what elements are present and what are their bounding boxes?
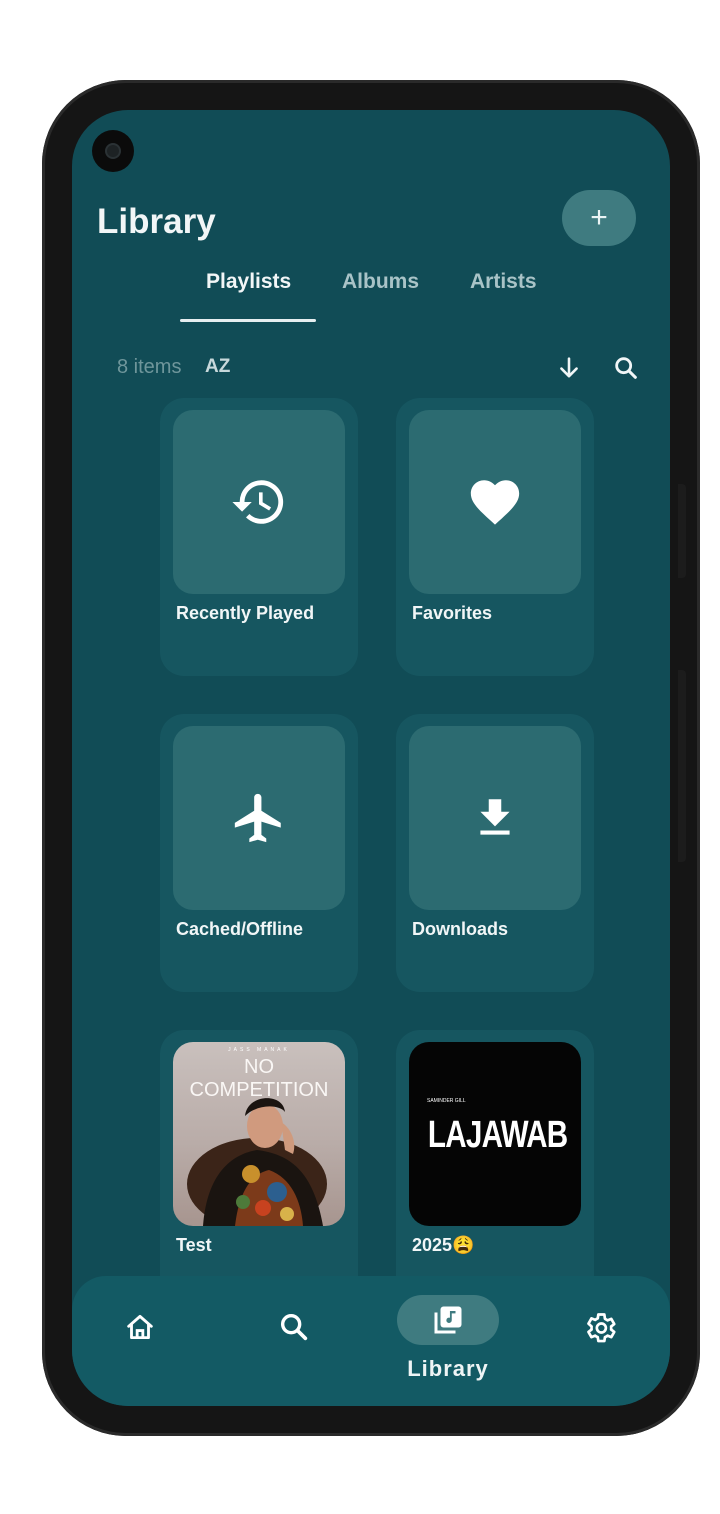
playlist-thumb xyxy=(173,410,345,594)
nav-settings[interactable] xyxy=(570,1310,630,1370)
nav-search[interactable] xyxy=(264,1310,324,1370)
front-camera xyxy=(92,130,134,172)
playlist-thumb xyxy=(173,726,345,910)
settings-icon xyxy=(587,1313,616,1343)
add-playlist-button[interactable]: + xyxy=(562,190,636,246)
playlist-name: Test xyxy=(176,1235,212,1255)
playlist-card-favorites[interactable]: Favorites xyxy=(396,398,594,676)
playlist-name: Cached/Offline xyxy=(176,919,304,939)
playlist-name: Recently Played xyxy=(176,603,315,623)
playlist-card-test[interactable]: JASS MANAK NO COMPETITION Test xyxy=(160,1030,358,1308)
search-icon xyxy=(280,1313,308,1341)
playlist-name: 2025😩 xyxy=(412,1235,475,1255)
cover-title: LAJAWAB xyxy=(427,1114,568,1156)
cover-artist: SAMINDER GILL xyxy=(427,1098,466,1104)
playlist-card-2025[interactable]: SAMINDER GILL LAJAWAB 2025😩 xyxy=(396,1030,594,1308)
tab-playlists[interactable]: Playlists xyxy=(206,270,291,294)
heart-icon xyxy=(470,480,520,525)
playlist-card-cached-offline[interactable]: Cached/Offline xyxy=(160,714,358,992)
tab-albums[interactable]: Albums xyxy=(342,270,419,294)
airplane-icon xyxy=(234,793,281,843)
items-count: 8 items xyxy=(117,356,182,378)
bottom-navigation: Library xyxy=(72,1276,670,1406)
home-icon xyxy=(127,1314,153,1340)
search-icon[interactable] xyxy=(612,354,640,382)
playlist-name: Favorites xyxy=(412,603,493,623)
album-cover-no-competition: JASS MANAK NO COMPETITION xyxy=(173,1042,345,1226)
playlist-name: Downloads xyxy=(412,919,509,939)
playlist-thumb xyxy=(409,726,581,910)
playlist-card-recently-played[interactable]: Recently Played xyxy=(160,398,358,676)
power-button xyxy=(678,484,686,578)
cover-portrait xyxy=(187,1098,327,1226)
volume-button xyxy=(678,670,686,862)
playlist-thumb xyxy=(409,410,581,594)
history-icon xyxy=(232,480,284,524)
nav-library[interactable] xyxy=(397,1295,499,1345)
album-cover-lajawab: SAMINDER GILL LAJAWAB xyxy=(409,1042,581,1226)
nav-home[interactable] xyxy=(110,1310,170,1370)
app-screen: Library + Playlists Albums Artists 8 ite… xyxy=(72,110,670,1406)
active-tab-indicator xyxy=(180,319,316,322)
nav-library-label: Library xyxy=(407,1356,489,1381)
sort-direction-icon[interactable] xyxy=(555,354,583,382)
download-icon xyxy=(480,799,510,835)
playlist-card-downloads[interactable]: Downloads xyxy=(396,714,594,992)
tab-artists[interactable]: Artists xyxy=(470,270,537,294)
page-title: Library xyxy=(97,202,216,241)
sort-az-icon[interactable]: AZ xyxy=(205,356,230,378)
library-icon xyxy=(434,1306,462,1334)
